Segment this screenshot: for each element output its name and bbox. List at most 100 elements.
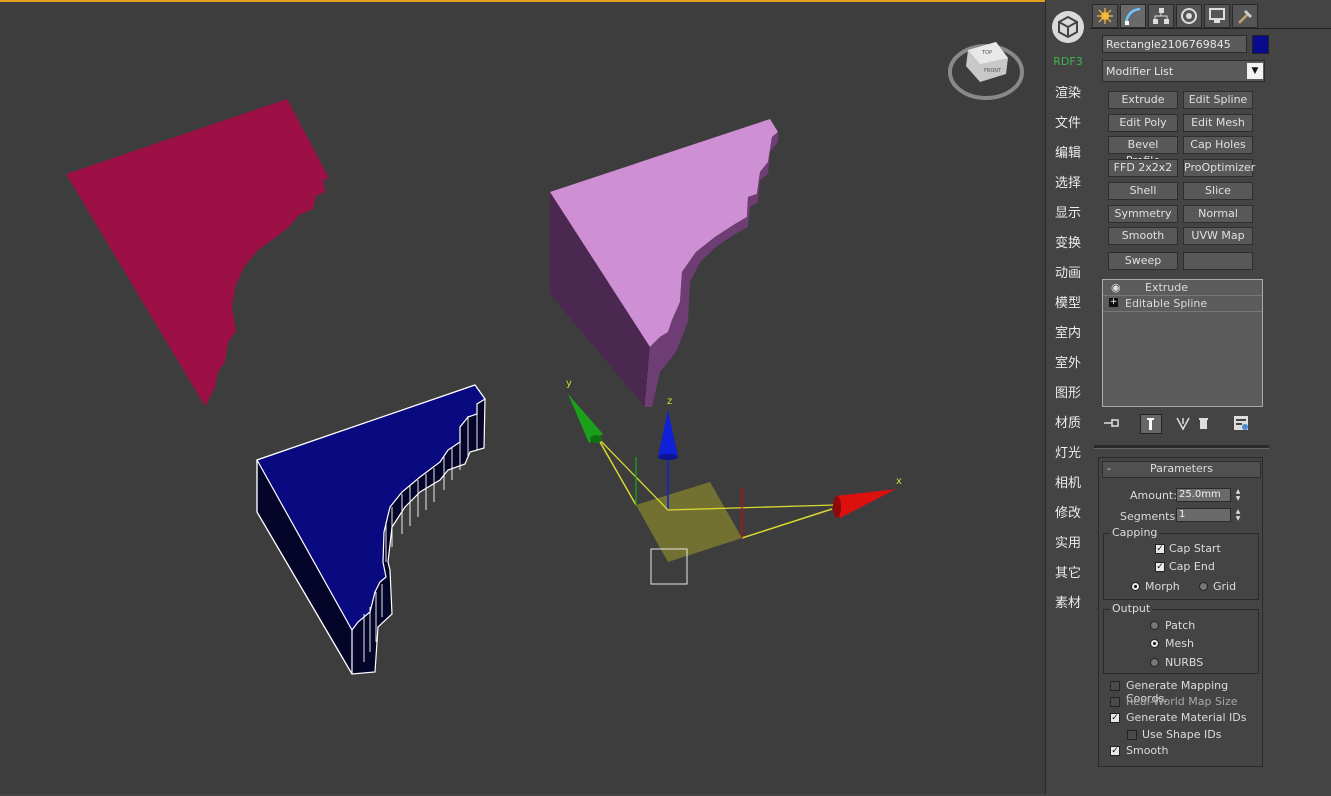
toolstrip-item[interactable]: 其它 <box>1046 562 1090 581</box>
toolstrip-item[interactable]: 文件 <box>1046 112 1090 131</box>
segments-label: Segments: <box>1120 510 1179 523</box>
modifier-button[interactable]: Shell <box>1108 181 1178 200</box>
stack-item-editable-spline[interactable]: + Editable Spline <box>1103 296 1262 312</box>
toolstrip-item[interactable]: 材质 <box>1046 412 1090 431</box>
pink-extruded-bracket[interactable] <box>550 119 778 407</box>
tab-modify[interactable] <box>1120 4 1146 28</box>
modifier-button[interactable]: Bevel Profile <box>1108 136 1178 167</box>
smooth-label: Smooth <box>1126 744 1169 757</box>
modifier-list-dropdown[interactable]: Modifier List ▼ <box>1102 60 1265 82</box>
stack-item-extrude[interactable]: ◉ Extrude <box>1103 280 1262 296</box>
toolstrip-item[interactable]: 图形 <box>1046 382 1090 401</box>
patch-radio[interactable] <box>1150 621 1159 630</box>
modifier-button[interactable]: Slice <box>1183 181 1253 200</box>
morph-radio[interactable] <box>1131 582 1140 591</box>
output-group: Output Patch Mesh NURBS <box>1103 602 1259 674</box>
real-world-checkbox[interactable] <box>1110 697 1120 707</box>
viewcube-front-label: FRONT <box>984 68 1002 74</box>
modifier-button[interactable]: Sweep <box>1108 252 1178 270</box>
chevron-down-icon[interactable]: ▼ <box>1247 63 1263 79</box>
toolstrip-item[interactable]: 渲染 <box>1046 82 1090 101</box>
object-name-field[interactable]: Rectangle2106769845 <box>1102 35 1247 53</box>
cap-end-checkbox[interactable]: ✓ <box>1155 562 1165 572</box>
transform-gizmo[interactable]: y z x <box>566 378 902 585</box>
viewcube[interactable]: TOP FRONT <box>948 42 1024 100</box>
app-logo-icon[interactable] <box>1052 11 1084 43</box>
segments-field[interactable]: 1 <box>1176 508 1231 522</box>
expand-plus-icon[interactable]: + <box>1109 298 1118 307</box>
cap-start-checkbox[interactable]: ✓ <box>1155 544 1165 554</box>
modifier-button[interactable]: ProOptimizer <box>1183 159 1255 178</box>
modifier-button[interactable]: Smooth <box>1108 227 1178 246</box>
amount-field[interactable]: 25.0mm <box>1176 488 1231 502</box>
create-icon <box>1097 8 1113 24</box>
viewcube-top-label: TOP <box>981 50 992 56</box>
command-panel: Rectangle2106769845 Modifier List ▼ ◉ Ex… <box>1090 0 1331 794</box>
nurbs-label: NURBS <box>1165 656 1204 669</box>
modifier-button[interactable]: Edit Mesh <box>1183 113 1253 132</box>
remove-modifier-icon[interactable] <box>1194 414 1214 432</box>
blue-extruded-bracket[interactable] <box>256 384 486 675</box>
tab-display[interactable] <box>1204 4 1230 28</box>
object-color-swatch[interactable] <box>1252 35 1269 54</box>
amount-label: Amount: <box>1130 489 1177 502</box>
make-unique-icon[interactable] <box>1174 414 1194 432</box>
toolstrip-item[interactable]: 选择 <box>1046 172 1090 191</box>
mesh-radio[interactable] <box>1150 639 1159 648</box>
toolstrip-item[interactable]: 显示 <box>1046 202 1090 221</box>
gen-material-ids-label: Generate Material IDs <box>1126 711 1247 724</box>
tab-utilities[interactable] <box>1232 4 1258 28</box>
x-axis-arrow <box>836 489 896 518</box>
modifier-button[interactable]: Edit Spline <box>1183 91 1253 109</box>
tab-hierarchy[interactable] <box>1148 4 1174 28</box>
toolstrip-item[interactable]: 编辑 <box>1046 142 1090 161</box>
rdf3-label[interactable]: RDF3 <box>1046 55 1090 68</box>
toolstrip-item[interactable]: 素材 <box>1046 592 1090 611</box>
perspective-viewport[interactable]: y z x TOP FRONT <box>0 0 1045 794</box>
toolstrip-item[interactable]: 实用 <box>1046 532 1090 551</box>
modifier-button[interactable]: Cap Holes <box>1183 136 1253 155</box>
toolstrip-item[interactable]: 模型 <box>1046 292 1090 311</box>
nurbs-radio[interactable] <box>1150 658 1159 667</box>
modifier-button[interactable]: UVW Map <box>1183 227 1253 246</box>
configure-modifier-sets-icon[interactable] <box>1232 414 1252 432</box>
use-shape-ids-checkbox[interactable] <box>1127 730 1137 740</box>
modifier-button[interactable]: Symmetry <box>1108 204 1178 223</box>
toolstrip-item[interactable]: 室外 <box>1046 352 1090 371</box>
stack-toolbar <box>1102 413 1265 434</box>
capping-group: Capping ✓ Cap Start ✓ Cap End Morph Grid <box>1103 526 1259 600</box>
modifier-button[interactable]: Edit Poly <box>1108 113 1178 132</box>
toolstrip-item[interactable]: 修改 <box>1046 502 1090 521</box>
stack-item-label: Extrude <box>1145 281 1189 294</box>
grid-radio[interactable] <box>1199 582 1208 591</box>
modifier-button[interactable]: Normal <box>1183 204 1253 223</box>
hierarchy-icon <box>1153 8 1169 24</box>
modifier-button[interactable]: Extrude <box>1108 91 1178 109</box>
output-title: Output <box>1110 602 1153 615</box>
tab-motion[interactable] <box>1176 4 1202 28</box>
gen-material-ids-checkbox[interactable]: ✓ <box>1110 713 1120 723</box>
pin-stack-icon[interactable] <box>1102 414 1122 432</box>
modifier-stack[interactable]: ◉ Extrude + Editable Spline <box>1102 279 1263 407</box>
show-end-result-icon[interactable] <box>1140 414 1162 434</box>
amount-spinner[interactable]: ▲ ▼ <box>1233 488 1243 502</box>
lightbulb-icon[interactable]: ◉ <box>1111 280 1121 295</box>
toolstrip-item[interactable]: 灯光 <box>1046 442 1090 461</box>
parameters-rollout-header[interactable]: - Parameters <box>1102 461 1261 478</box>
custom-toolstrip: RDF3 渲染文件编辑选择显示变换动画模型室内室外图形材质灯光相机修改实用其它素… <box>1045 0 1091 794</box>
maroon-bracket-shape[interactable] <box>66 99 329 406</box>
segments-spinner[interactable]: ▲ ▼ <box>1233 508 1243 522</box>
tab-create[interactable] <box>1092 4 1118 28</box>
toolstrip-item[interactable]: 动画 <box>1046 262 1090 281</box>
modifier-button[interactable] <box>1183 252 1253 270</box>
gen-mapping-checkbox[interactable] <box>1110 681 1120 691</box>
collapse-minus-icon[interactable]: - <box>1107 462 1111 476</box>
toolstrip-item[interactable]: 变换 <box>1046 232 1090 251</box>
toolstrip-item[interactable]: 相机 <box>1046 472 1090 491</box>
utilities-icon <box>1238 10 1252 24</box>
smooth-checkbox[interactable]: ✓ <box>1110 746 1120 756</box>
display-icon <box>1209 8 1225 23</box>
stack-item-label: Editable Spline <box>1125 297 1208 310</box>
modifier-button[interactable]: FFD 2x2x2 <box>1108 159 1178 178</box>
toolstrip-item[interactable]: 室内 <box>1046 322 1090 341</box>
